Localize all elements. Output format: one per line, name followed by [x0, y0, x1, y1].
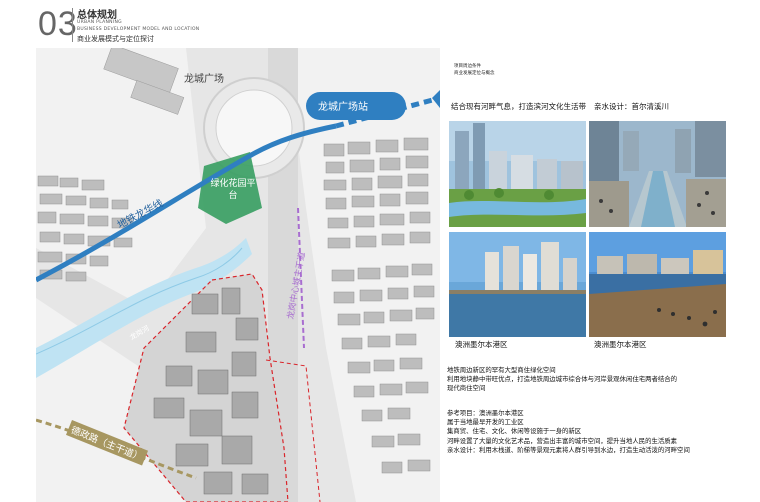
site-plan-map: 龙城广场 龙城广场站 绿化花园平台 地铁龙华线 龙岗中心城主干道 龙岗河 德政路…	[36, 48, 440, 502]
intro-text: 结合现有河畔气息，打造滨河文化生活带	[451, 101, 591, 112]
photo-melbourne-docklands-2	[589, 232, 726, 337]
map-label-plaza: 龙城广场	[184, 74, 224, 85]
description-2-line-4: 河畔设置了大量的文化艺术品，营造出丰富的城市空间，提升当地人民的生活质素	[447, 436, 678, 445]
description-2-line-3: 集商贸、住宅、文化、休闲等设施于一身的新区	[447, 427, 582, 436]
caption-docklands-left: 澳洲墨尔本港区	[455, 340, 508, 349]
header-divider	[72, 8, 73, 42]
description-2-line-1: 参考项目：澳洲墨尔本港区	[447, 409, 524, 417]
tag-positioning: 商业发展定位与概念	[454, 71, 495, 76]
section-title: 总体规划	[77, 10, 117, 21]
tag-surroundings: 项目周边条件	[454, 64, 481, 69]
seoul-stream-image	[589, 121, 726, 227]
section-title-en: URBAN PLANNING	[77, 20, 122, 25]
photo-melbourne-docklands-1	[449, 232, 586, 337]
description-1-line-3: 现代商住空间	[447, 384, 486, 393]
map-label-green-text: 绿化花园平台	[210, 179, 256, 201]
description-1-line-1: 地铁周边新区的罕有大型商住绿化空间	[447, 366, 556, 374]
photo-seoul-cheonggyecheon	[589, 121, 726, 227]
reference-seoul: 亲水设计：首尔清溪川	[594, 102, 669, 111]
map-label-green-platform: 绿化花园平台	[210, 178, 256, 202]
page-header: 03 总体规划 URBAN PLANNING BUSINESS DEVELOPM…	[0, 0, 760, 48]
description-block-1: 地铁周边新区的罕有大型商住绿化空间 利用地块静中带旺优点，打造地铁周边城市综合体…	[447, 366, 677, 394]
caption-docklands-right: 澳洲墨尔本港区	[594, 340, 647, 349]
intro-text-content: 结合现有河畔气息，打造滨河文化生活带	[451, 102, 586, 111]
map-label-station: 龙城广场站	[318, 102, 368, 113]
photo-riverfront-aerial	[449, 121, 586, 227]
section-subtitle: 商业发展模式与定位探讨	[77, 35, 154, 43]
description-2-line-5: 亲水设计：利用木栈道、阶梯等景观元素将人群引导到水边，打造生动活泼的河畔空间	[447, 445, 690, 454]
melbourne-docklands-image-1	[449, 232, 586, 337]
riverfront-aerial-image	[449, 121, 586, 227]
section-subtitle-en: BUSINESS DEVELOPMENT MODEL AND LOCATION	[77, 27, 200, 32]
melbourne-docklands-image-2	[589, 232, 726, 337]
description-block-2: 参考项目：澳洲墨尔本港区 属于当地最早开发的工业区 集商贸、住宅、文化、休闲等设…	[447, 409, 690, 455]
